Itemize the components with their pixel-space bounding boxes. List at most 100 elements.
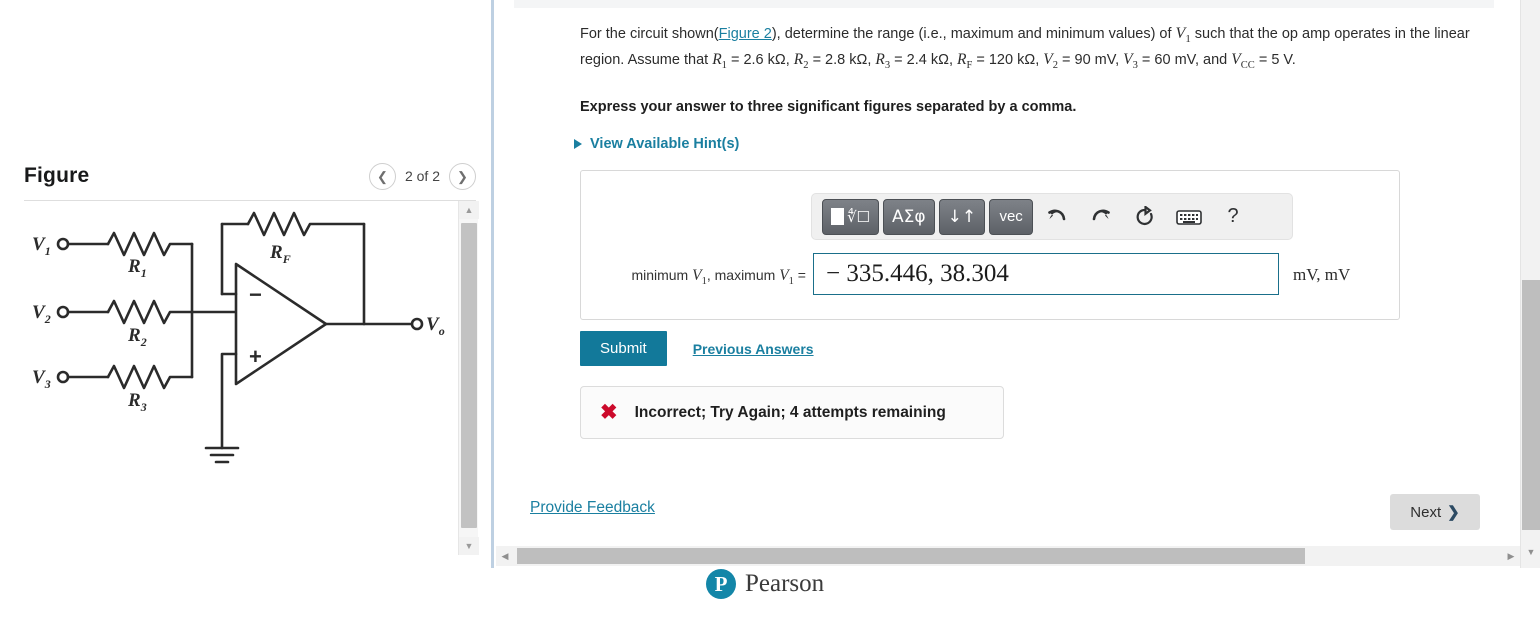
scrollbar-thumb[interactable]: [517, 548, 1305, 564]
and-text: , and: [1195, 51, 1232, 68]
end-period: .: [1291, 51, 1296, 68]
scroll-left-icon[interactable]: ◀: [496, 546, 514, 566]
refresh-circle-svg: [1136, 205, 1153, 225]
next-button[interactable]: Next ❯: [1390, 494, 1480, 530]
scroll-up-icon[interactable]: ▲: [459, 201, 479, 219]
redo-arrow-svg: [1092, 209, 1110, 220]
answer-input[interactable]: − 335.446, 38.304: [813, 253, 1279, 295]
given-r1-value: = 2.6 kΩ: [730, 51, 786, 68]
next-button-label: Next: [1410, 503, 1442, 521]
given-r1: R1: [712, 50, 727, 71]
view-hints-label: View Available Hint(s): [590, 136, 740, 152]
content-topbar: [514, 0, 1494, 8]
nth-root-icon: ∜☐: [847, 207, 871, 226]
scroll-down-icon[interactable]: ▼: [1521, 544, 1540, 560]
question-text-part2: ), determine the range (i.e., maximum an…: [771, 26, 1176, 42]
scrollbar-thumb[interactable]: [461, 223, 477, 528]
given-v2-value: = 90 mV: [1062, 51, 1116, 68]
figure-panel: Figure ❮ 2 of 2 ❯ V1 V2 V3 Vo R1 R2 R3 R…: [0, 0, 492, 568]
figure-navigation: ❮ 2 of 2 ❯: [368, 162, 476, 190]
undo-icon[interactable]: [1037, 199, 1077, 235]
opamp-noninverting-sign: +: [249, 344, 262, 369]
svg-text:R2: R2: [127, 325, 147, 349]
circuit-svg: V1 V2 V3 Vo R1 R2 R3 RF − +: [32, 211, 445, 464]
given-rf: RF: [957, 50, 973, 71]
problem-page: Figure ❮ 2 of 2 ❯ V1 V2 V3 Vo R1 R2 R3 R…: [0, 0, 1540, 633]
given-r3: R3: [875, 50, 891, 71]
pearson-mark-icon: P: [706, 569, 736, 599]
view-hints-toggle[interactable]: View Available Hint(s): [574, 136, 739, 152]
subscript-superscript-button[interactable]: ↓↑: [938, 198, 986, 235]
x-mark-icon: ✖: [600, 401, 618, 424]
answer-label-v1b: V1: [779, 267, 794, 288]
answer-label-v1a: V1: [692, 267, 707, 288]
page-title: Figure: [24, 164, 90, 187]
answer-card: ∜☐ ΑΣφ ↓↑ vec ? minimum V1, maximum V1 =…: [580, 170, 1400, 320]
figure-vertical-scrollbar[interactable]: ▲ ▼: [458, 201, 479, 555]
answer-label-min: minimum: [631, 267, 693, 283]
given-v3-value: = 60 mV: [1141, 51, 1195, 68]
undo-arrow-svg: [1048, 209, 1066, 220]
provide-feedback-link[interactable]: Provide Feedback: [530, 499, 655, 517]
submit-button[interactable]: Submit: [580, 331, 667, 366]
greek-symbols-button[interactable]: ΑΣφ: [883, 198, 935, 235]
answer-label-sep: , maximum: [706, 267, 780, 283]
given-r2: R2: [793, 50, 809, 71]
help-icon[interactable]: ?: [1213, 199, 1253, 235]
svg-text:Vo: Vo: [426, 314, 445, 338]
triangle-right-icon: [574, 139, 582, 149]
scroll-right-icon[interactable]: ▶: [1502, 546, 1520, 566]
question-text-part1: For the circuit shown(: [580, 26, 719, 42]
sep4: ,: [1115, 51, 1124, 68]
figure-header: Figure ❮ 2 of 2 ❯: [24, 152, 476, 200]
v1-symbol: V1: [1175, 25, 1191, 46]
given-vcc-value: = 5 V: [1258, 51, 1292, 68]
given-v3: V3: [1123, 50, 1138, 71]
keyboard-svg: [1176, 209, 1202, 225]
scrollbar-thumb[interactable]: [1522, 280, 1540, 530]
template-icon[interactable]: ∜☐: [822, 198, 880, 235]
keyboard-icon[interactable]: [1169, 199, 1209, 235]
svg-text:V2: V2: [32, 302, 51, 326]
sep0: ,: [785, 51, 794, 68]
given-vcc: VCC: [1231, 50, 1255, 71]
given-r2-value: = 2.8 kΩ: [812, 51, 868, 68]
svg-text:V3: V3: [32, 367, 51, 391]
submit-row: Submit Previous Answers: [580, 331, 814, 366]
answer-instruction: Express your answer to three significant…: [580, 99, 1077, 115]
filled-square-icon: [831, 208, 844, 225]
vector-button[interactable]: vec: [989, 198, 1034, 235]
reset-icon[interactable]: [1125, 199, 1165, 235]
chevron-right-icon[interactable]: ❯: [449, 162, 476, 190]
svg-text:V1: V1: [32, 234, 51, 258]
question-panel: For the circuit shown(Figure 2), determi…: [494, 0, 1514, 545]
answer-label-eq: =: [793, 267, 806, 283]
chevron-right-icon: ❯: [1447, 504, 1460, 521]
opamp-inverting-sign: −: [249, 282, 262, 307]
answer-field-label: minimum V1, maximum V1 =: [591, 267, 806, 287]
circuit-diagram: V1 V2 V3 Vo R1 R2 R3 RF − +: [24, 202, 458, 554]
given-v2: V2: [1043, 50, 1058, 71]
given-rf-value: = 120 kΩ: [976, 51, 1036, 68]
figure-divider: [24, 200, 476, 201]
question-text: For the circuit shown(Figure 2), determi…: [580, 22, 1470, 74]
figure-counter: 2 of 2: [404, 168, 440, 184]
page-horizontal-scrollbar[interactable]: ◀ ▶: [496, 546, 1520, 566]
sep2: ,: [948, 51, 958, 68]
feedback-banner: ✖ Incorrect; Try Again; 4 attempts remai…: [580, 386, 1004, 439]
svg-text:RF: RF: [269, 242, 291, 266]
pearson-logo: P Pearson: [706, 569, 824, 599]
scroll-down-icon[interactable]: ▼: [459, 537, 479, 555]
previous-answers-link[interactable]: Previous Answers: [693, 341, 814, 357]
figure-2-link[interactable]: Figure 2: [719, 26, 772, 42]
chevron-left-icon[interactable]: ❮: [368, 162, 396, 190]
redo-icon[interactable]: [1081, 199, 1121, 235]
svg-text:R3: R3: [127, 390, 147, 414]
svg-text:R1: R1: [127, 256, 147, 280]
math-toolbar: ∜☐ ΑΣφ ↓↑ vec ?: [811, 193, 1293, 240]
feedback-message: Incorrect; Try Again; 4 attempts remaini…: [634, 403, 946, 421]
page-vertical-scrollbar[interactable]: ▼: [1520, 0, 1540, 568]
answer-units: mV, mV: [1293, 265, 1351, 284]
given-r3-value: = 2.4 kΩ: [894, 51, 949, 68]
pearson-wordmark: Pearson: [745, 570, 825, 597]
